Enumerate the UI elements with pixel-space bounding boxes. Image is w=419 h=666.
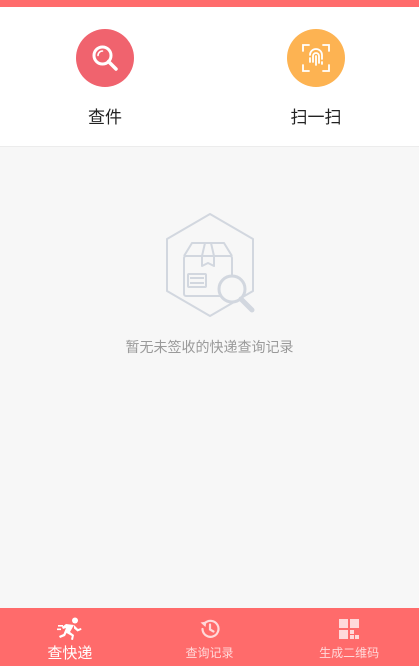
tab-track-parcel-label: 查快递 — [47, 644, 93, 662]
tab-qrcode[interactable]: 生成二维码 — [279, 608, 419, 666]
tab-qrcode-label: 生成二维码 — [319, 646, 380, 660]
quick-actions-panel: 查件 扫一扫 — [0, 7, 419, 147]
bottom-tab-bar: 查快递 查询记录 生成二维码 — [0, 608, 419, 666]
history-icon — [200, 619, 220, 638]
search-parcel-label: 查件 — [88, 108, 122, 128]
tab-history-label: 查询记录 — [185, 646, 234, 660]
empty-state: 暂无未签收的快递查询记录 — [0, 210, 419, 357]
scan-label: 扫一扫 — [290, 108, 342, 128]
fingerprint-scan-icon — [302, 44, 330, 72]
scan-button[interactable]: 扫一扫 — [261, 29, 371, 128]
tab-history[interactable]: 查询记录 — [140, 608, 280, 666]
search-parcel-button[interactable]: 查件 — [50, 29, 160, 128]
tab-track-parcel[interactable]: 查快递 — [0, 608, 140, 666]
empty-box-search-icon — [165, 213, 254, 317]
scan-circle — [287, 29, 345, 87]
qrcode-icon — [339, 619, 360, 639]
status-bar — [0, 0, 419, 7]
runner-icon — [56, 617, 82, 640]
search-icon — [92, 45, 118, 71]
empty-message: 暂无未签收的快递查询记录 — [125, 340, 294, 356]
search-circle — [76, 29, 134, 87]
